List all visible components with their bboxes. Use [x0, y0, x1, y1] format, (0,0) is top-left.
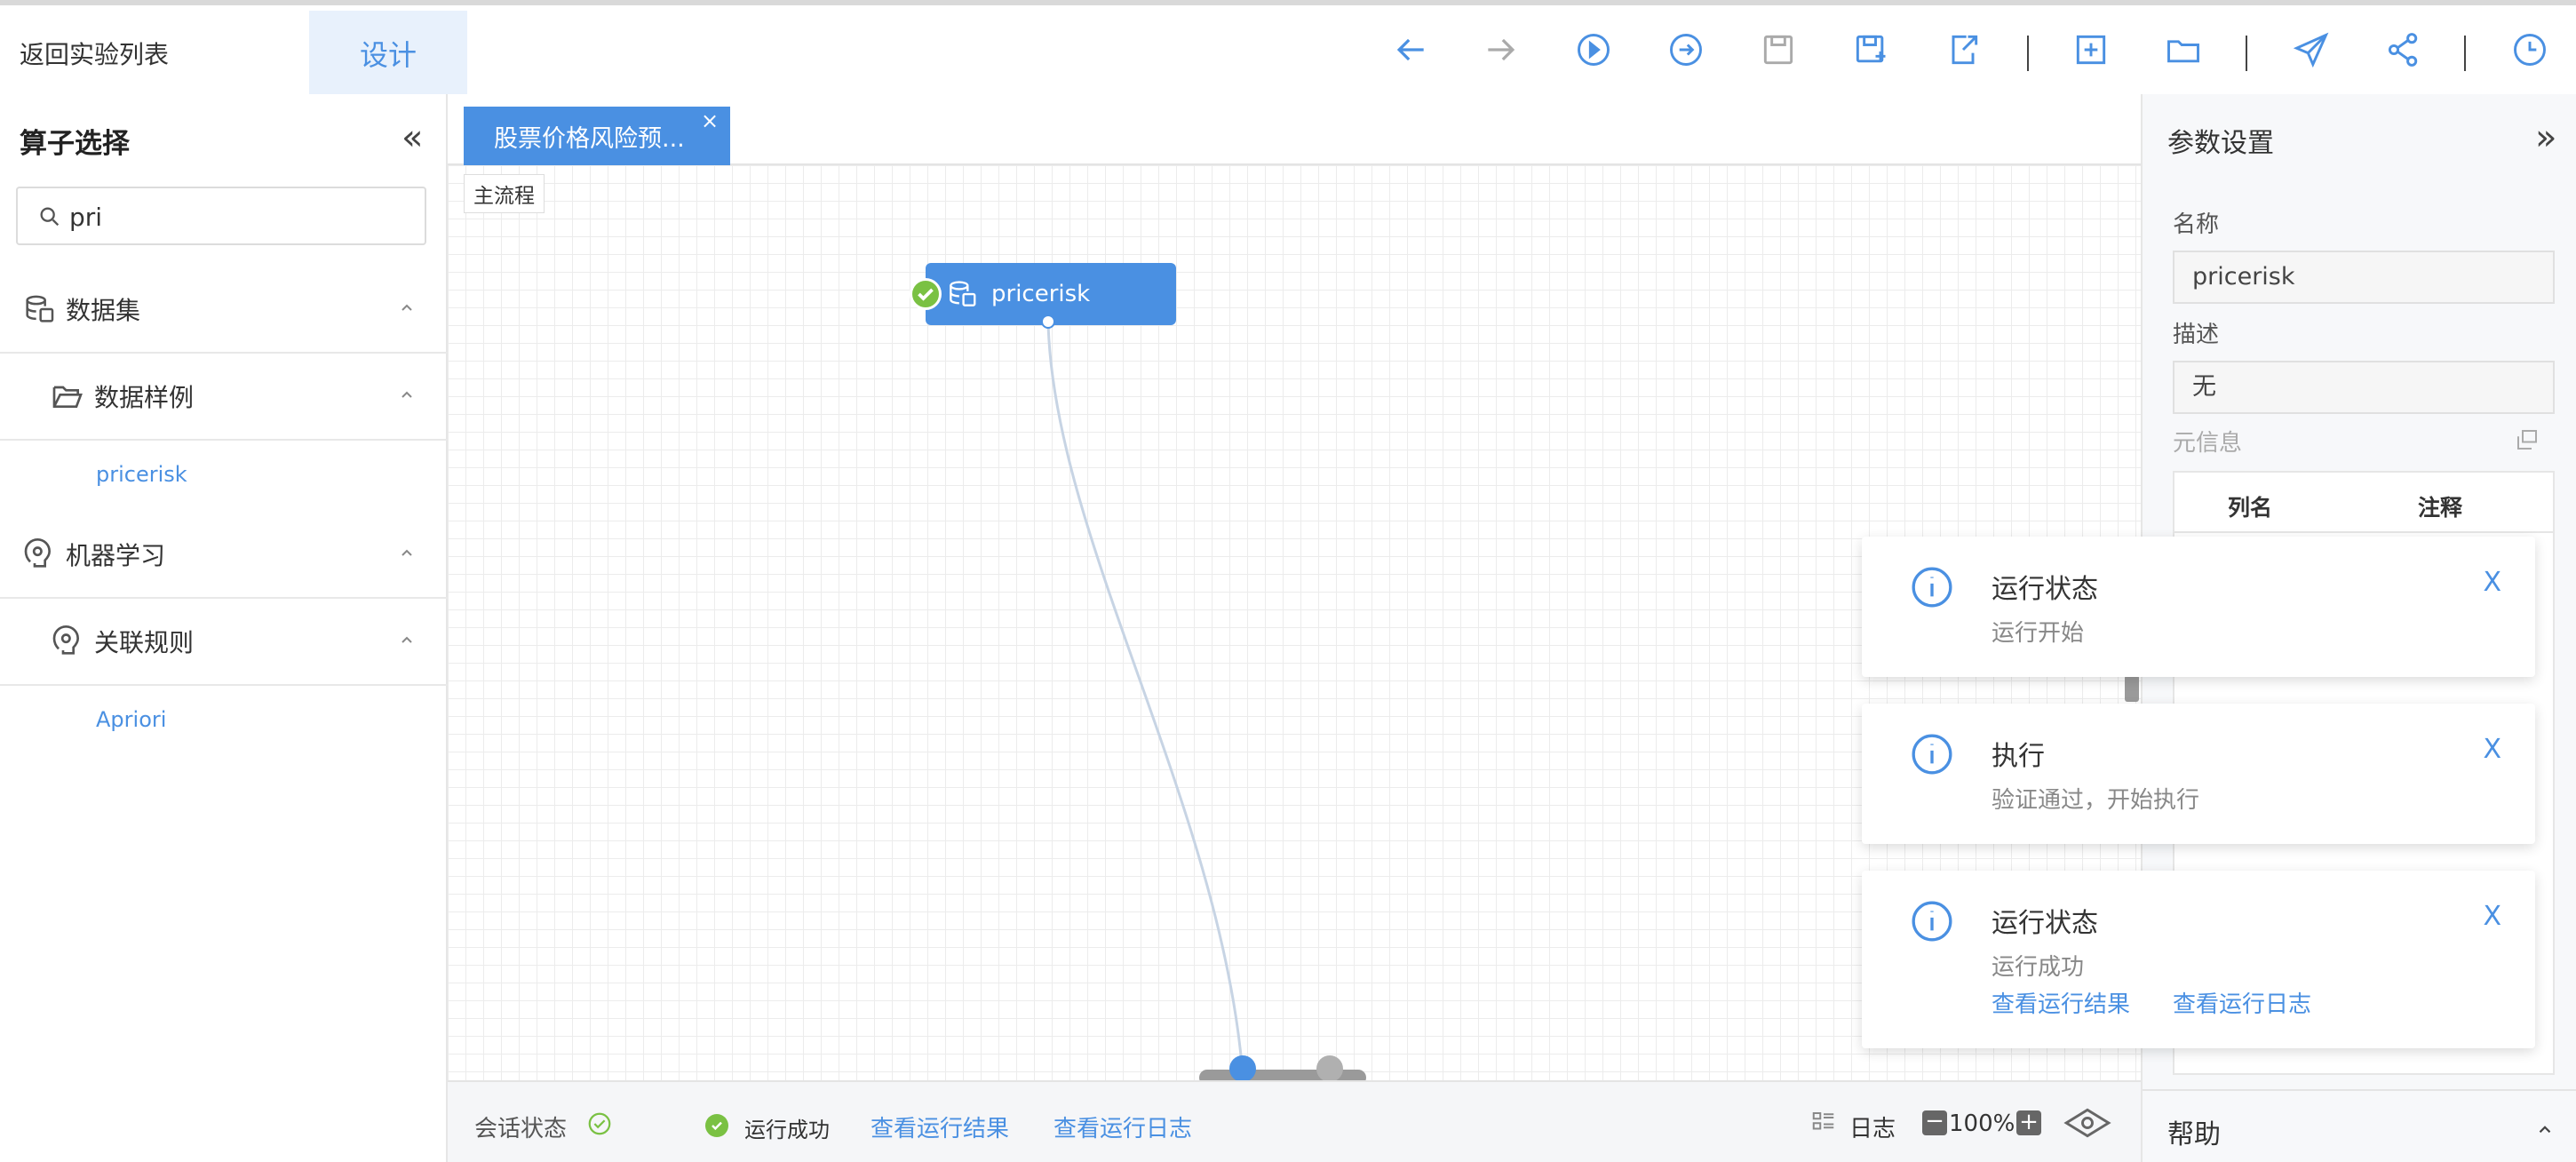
parameter-panel-title: 参数设置	[2167, 128, 2274, 159]
tree-item-label: 数据样例	[94, 383, 195, 412]
tree-item-association-rules[interactable]: 关联规则	[0, 599, 448, 686]
run-state-text: 运行成功	[744, 1118, 830, 1142]
close-icon[interactable]: X	[2483, 567, 2501, 598]
save-icon[interactable]	[1753, 25, 1803, 75]
tree-item-label: 关联规则	[94, 628, 195, 657]
description-label: 描述	[2173, 322, 2220, 348]
operator-search	[16, 187, 426, 245]
info-icon	[1912, 901, 1952, 942]
top-toolbar: 返回实验列表 设计	[0, 0, 2576, 99]
notification-message: 验证通过，开始执行	[1992, 787, 2200, 814]
scroll-handle[interactable]	[1316, 1055, 1343, 1082]
history-icon[interactable]	[2505, 25, 2555, 75]
notification-title: 运行状态	[1992, 908, 2098, 939]
tree-item-machine-learning[interactable]: 机器学习	[0, 512, 448, 599]
notification: 运行状态 运行开始 X	[1862, 537, 2535, 677]
view-result-link[interactable]: 查看运行结果	[1992, 986, 2130, 1019]
operator-panel-title: 算子选择	[20, 128, 130, 160]
search-input[interactable]	[69, 197, 407, 236]
preview-eye-icon[interactable]	[2063, 1103, 2112, 1142]
view-log-link[interactable]: 查看运行日志	[1053, 1110, 1192, 1143]
column-header: 注释	[2418, 495, 2463, 521]
chevron-up-icon[interactable]	[2535, 1119, 2555, 1139]
session-ok-icon	[588, 1112, 611, 1135]
help-section[interactable]: 帮助	[2143, 1089, 2576, 1162]
main-flow-label[interactable]: 主流程	[464, 174, 545, 213]
close-icon[interactable]: ×	[701, 108, 719, 133]
notification: 执行 验证通过，开始执行 X	[1862, 704, 2535, 844]
notification-message: 运行成功	[1992, 954, 2085, 981]
toolbar-divider	[2464, 36, 2466, 71]
operator-apriori[interactable]: Apriori	[96, 707, 166, 732]
notification-title: 运行状态	[1992, 574, 2098, 605]
notification-message: 运行开始	[1992, 620, 2085, 647]
run-step-icon[interactable]	[1661, 25, 1711, 75]
view-result-link[interactable]: 查看运行结果	[871, 1110, 1009, 1143]
close-icon[interactable]: X	[2483, 734, 2501, 765]
tab-design[interactable]: 设计	[309, 11, 467, 99]
publish-icon[interactable]	[2286, 25, 2336, 75]
operator-pricerisk[interactable]: pricerisk	[96, 462, 187, 487]
zoom-in-button[interactable]: +	[2016, 1110, 2041, 1135]
node-label: pricerisk	[991, 281, 1091, 307]
tab-label: 股票价格风险预...	[494, 124, 685, 153]
chevron-up-icon[interactable]	[398, 298, 416, 316]
column-header: 列名	[2228, 495, 2273, 521]
chevron-up-icon[interactable]	[398, 631, 416, 649]
zoom-out-button[interactable]: −	[1922, 1110, 1947, 1135]
tree-item-label: 数据集	[66, 296, 141, 325]
info-icon	[1912, 567, 1952, 608]
machine-learning-icon	[24, 538, 52, 568]
info-icon	[1912, 734, 1952, 775]
run-icon[interactable]	[1569, 25, 1618, 75]
search-icon	[40, 207, 60, 227]
toolbar-divider	[2027, 36, 2029, 71]
notification-title: 执行	[1992, 741, 2045, 772]
machine-learning-icon	[52, 625, 80, 655]
share-icon[interactable]	[2379, 25, 2429, 75]
close-icon[interactable]: X	[2483, 901, 2501, 932]
success-check-icon	[705, 1114, 728, 1137]
node-output-port[interactable]	[1041, 314, 1055, 329]
canvas-tab-strip: 股票价格风险预... ×	[448, 94, 2141, 165]
view-log-link[interactable]: 查看运行日志	[2173, 986, 2311, 1019]
collapse-right-button[interactable]: »	[2535, 117, 2556, 158]
add-icon[interactable]	[2066, 25, 2116, 75]
scroll-handle[interactable]	[1229, 1055, 1256, 1082]
folder-open-icon	[52, 386, 83, 408]
zoom-level: 100%	[1949, 1110, 2015, 1137]
chevron-up-icon[interactable]	[398, 386, 416, 403]
vertical-scrollbar[interactable]	[2125, 675, 2139, 702]
tree-item-label: 机器学习	[66, 541, 166, 570]
toolbar-divider	[2246, 36, 2247, 71]
open-folder-icon[interactable]	[2159, 25, 2208, 75]
log-list-icon	[1812, 1112, 1834, 1130]
name-field[interactable]: pricerisk	[2173, 251, 2555, 304]
database-icon	[26, 295, 54, 322]
status-bar: 会话状态 运行成功 查看运行结果 查看运行日志 日志 − 100% +	[448, 1080, 2141, 1162]
notification: 运行状态 运行成功 X 查看运行结果 查看运行日志	[1862, 871, 2535, 1048]
session-status-label: 会话状态	[474, 1116, 568, 1142]
back-to-experiment-list-link[interactable]: 返回实验列表	[20, 36, 169, 71]
description-field[interactable]: 无	[2173, 361, 2555, 414]
collapse-left-button[interactable]: «	[402, 117, 423, 158]
success-check-icon	[910, 278, 942, 310]
export-icon[interactable]	[1938, 25, 1988, 75]
tab-experiment[interactable]: 股票价格风险预...	[464, 107, 730, 165]
undo-icon[interactable]	[1386, 25, 1435, 75]
log-button[interactable]: 日志	[1849, 1110, 1896, 1143]
copy-icon[interactable]	[2514, 426, 2540, 453]
redo-icon[interactable]	[1476, 25, 1526, 75]
save-as-icon[interactable]	[1846, 25, 1896, 75]
operator-panel: 算子选择 « 数据集 数据样例 pricerisk 机器学习 关联规则 Apri…	[0, 94, 448, 1162]
chevron-up-icon[interactable]	[398, 544, 416, 561]
tree-item-data-samples[interactable]: 数据样例	[0, 354, 448, 441]
meta-info-label: 元信息	[2173, 430, 2243, 457]
tree-item-dataset[interactable]: 数据集	[0, 267, 448, 354]
help-label: 帮助	[2167, 1119, 2221, 1150]
database-icon	[950, 281, 976, 306]
name-label: 名称	[2173, 211, 2220, 238]
meta-table-header: 列名 注释	[2174, 473, 2553, 533]
